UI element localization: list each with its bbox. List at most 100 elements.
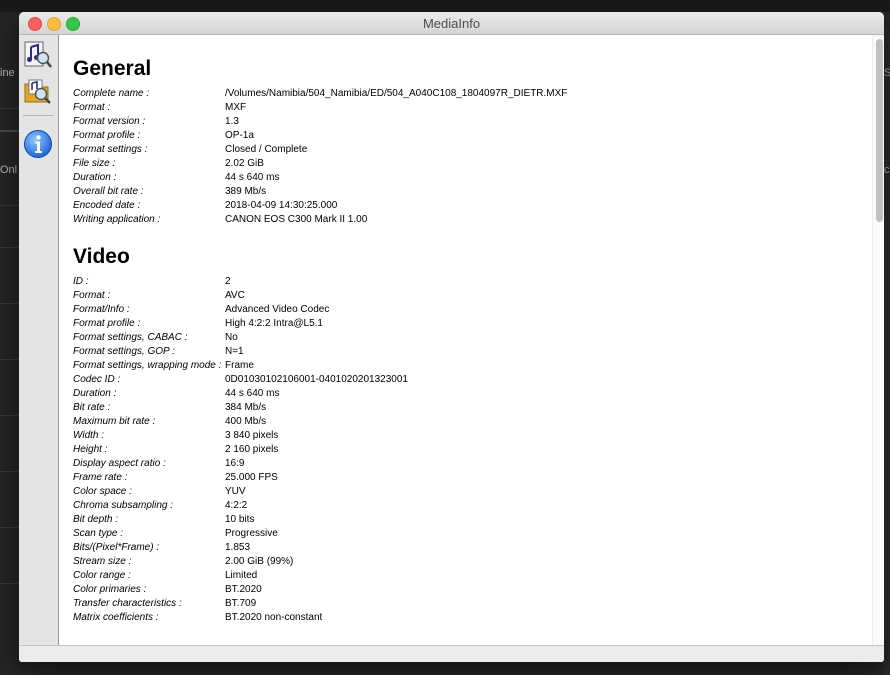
info-key: Chroma subsampling : [73, 500, 174, 511]
info-value: 2018-04-09 14:30:25.000 [225, 200, 338, 211]
info-value: Closed / Complete [225, 144, 308, 155]
info-row: Format settings : Closed / Complete [73, 143, 307, 157]
info-row: Display aspect ratio : 16:9 [73, 457, 244, 471]
info-value: 44 s 640 ms [225, 172, 280, 183]
info-row: Transfer characteristics : BT.709 [73, 597, 256, 611]
info-key: Stream size : [73, 556, 132, 567]
info-key: Format settings, wrapping mode : [73, 360, 222, 371]
info-key: Height : [73, 444, 108, 455]
info-row: Maximum bit rate : 400 Mb/s [73, 415, 266, 429]
info-row: Format/Info : Advanced Video Codec [73, 303, 329, 317]
info-key: Format version : [73, 116, 146, 127]
background-divider [0, 205, 20, 206]
info-key: Matrix coefficients : [73, 612, 159, 623]
info-key: Maximum bit rate : [73, 416, 156, 427]
info-value: Progressive [225, 528, 278, 539]
info-value: 389 Mb/s [225, 186, 267, 197]
background-divider [0, 359, 20, 360]
info-value: /Volumes/Namibia/504_Namibia/ED/504_A040… [225, 88, 568, 99]
info-key: Encoded date : [73, 200, 141, 211]
info-key: File size : [73, 158, 116, 169]
info-value: OP-1a [225, 130, 254, 141]
info-value: Advanced Video Codec [225, 304, 330, 315]
info-row: Format : MXF [73, 101, 246, 115]
info-value: MXF [225, 102, 247, 113]
info-report-view[interactable]: General Complete name : /Volumes/Namibia/… [59, 35, 872, 645]
window-title: MediaInfo [422, 16, 481, 31]
section-heading-general: General [73, 57, 152, 80]
info-row: Duration : 44 s 640 ms [73, 171, 279, 185]
background-divider [0, 527, 20, 528]
info-key: Codec ID : [73, 374, 121, 385]
info-row: Codec ID : 0D01030102106001-0401020201323… [73, 373, 408, 387]
info-key: Format/Info : [73, 304, 130, 315]
info-value: 44 s 640 ms [225, 388, 280, 399]
toolbar-separator [23, 115, 54, 116]
info-key: Format settings, CABAC : [73, 332, 188, 343]
info-value: 4:2:2 [225, 500, 248, 511]
info-value: 384 Mb/s [225, 402, 267, 413]
info-value: 2 [225, 276, 231, 287]
info-row: Matrix coefficients : BT.2020 non-constan… [73, 611, 322, 625]
info-value: CANON EOS C300 Mark II 1.00 [225, 214, 368, 225]
info-key: Bits/(Pixel*Frame) : [73, 542, 160, 553]
info-row: Color space : YUV [73, 485, 246, 499]
info-icon[interactable] [23, 129, 53, 159]
info-value: AVC [225, 290, 245, 301]
info-row: File size : 2.02 GiB [73, 157, 264, 171]
info-value: N=1 [225, 346, 244, 357]
info-value: Frame [225, 360, 254, 371]
info-value: 0D01030102106001-0401020201323001 [225, 374, 408, 385]
background-divider [0, 471, 20, 472]
info-key: Color primaries : [73, 584, 147, 595]
status-bar [19, 645, 884, 662]
video-rows: ID : 2 Format : AVC Format/Info : Advanced Vi… [73, 275, 408, 625]
media-file-icon[interactable] [23, 39, 53, 69]
info-row: Bits/(Pixel*Frame) : 1.853 [73, 541, 250, 555]
info-value: 400 Mb/s [225, 416, 267, 427]
info-value: 1.853 [225, 542, 251, 553]
info-key: Overall bit rate : [73, 186, 144, 197]
info-key: Complete name : [73, 88, 150, 99]
info-row: Height : 2 160 pixels [73, 443, 278, 457]
section-heading-video: Video [73, 245, 130, 268]
info-key: Color range : [73, 570, 131, 581]
info-value: 2 160 pixels [225, 444, 279, 455]
info-key: Bit depth : [73, 514, 119, 525]
side-toolbar [19, 35, 59, 645]
info-key: Duration : [73, 388, 117, 399]
info-value: 2.00 GiB (99%) [225, 556, 294, 567]
scrollbar-thumb[interactable] [876, 39, 883, 222]
info-row: Format : AVC [73, 289, 245, 303]
info-row: Format version : 1.3 [73, 115, 239, 129]
info-row: Format settings, CABAC : No [73, 331, 238, 345]
info-value: 1.3 [225, 116, 239, 127]
info-key: Format settings, GOP : [73, 346, 175, 357]
info-key: Display aspect ratio : [73, 458, 166, 469]
info-value: 16:9 [225, 458, 245, 469]
title-bar[interactable]: MediaInfo [19, 12, 884, 35]
info-key: Color space : [73, 486, 132, 497]
info-value: 10 bits [225, 514, 255, 525]
info-key: Format : [73, 290, 111, 301]
info-row: ID : 2 [73, 275, 231, 289]
info-row: Format settings, GOP : N=1 [73, 345, 244, 359]
background-divider [0, 415, 20, 416]
background-divider [0, 130, 20, 132]
info-value: 25.000 FPS [225, 472, 278, 483]
info-key: Format settings : [73, 144, 148, 155]
info-value: YUV [225, 486, 246, 497]
info-key: Scan type : [73, 528, 124, 539]
info-row: Bit rate : 384 Mb/s [73, 401, 266, 415]
info-key: Transfer characteristics : [73, 598, 182, 609]
info-row: Overall bit rate : 389 Mb/s [73, 185, 266, 199]
info-value: 3 840 pixels [225, 430, 279, 441]
vertical-scrollbar[interactable] [872, 35, 884, 645]
info-key: ID : [73, 276, 89, 287]
background-label-2: Onl [0, 164, 18, 176]
video-section: Video ID : 2 Format : AVC Format/Info : Advan… [73, 243, 408, 625]
folder-media-icon[interactable] [23, 76, 53, 106]
info-value: No [225, 332, 238, 343]
info-key: Width : [73, 430, 105, 441]
info-value: 2.02 GiB [225, 158, 264, 169]
